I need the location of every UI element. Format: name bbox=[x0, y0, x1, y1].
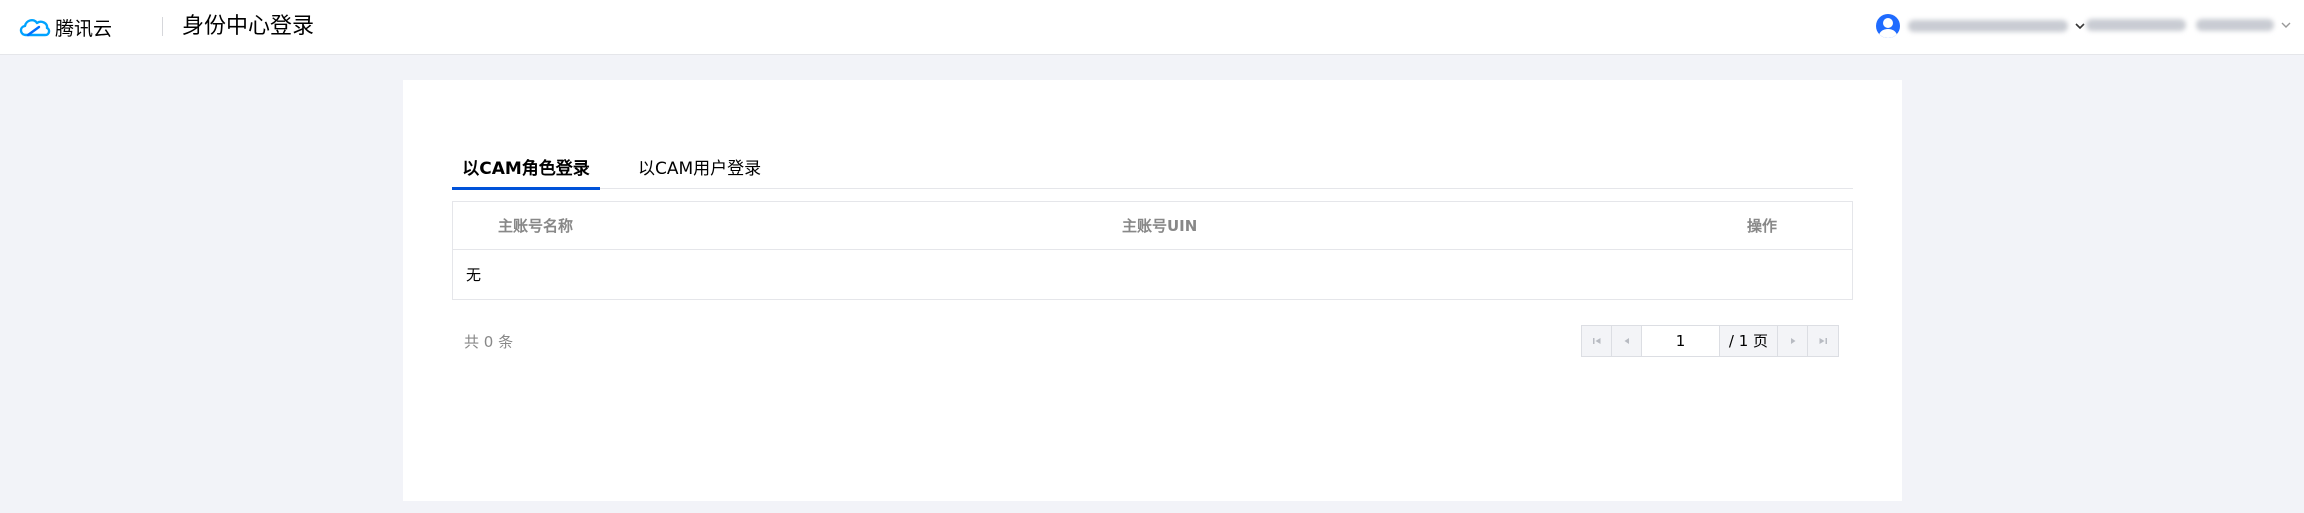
prev-page-icon bbox=[1624, 338, 1629, 344]
page-title: 身份中心登录 bbox=[182, 14, 315, 39]
tab-cam-user-login[interactable]: 以CAM用户登录 bbox=[638, 155, 766, 189]
last-page-icon bbox=[1819, 338, 1827, 344]
region-redacted bbox=[2086, 19, 2186, 31]
page-number-input[interactable]: 1 bbox=[1642, 326, 1720, 356]
chevron-down-icon bbox=[2281, 22, 2291, 28]
pagination: 1 / 1 页 bbox=[1581, 325, 1839, 357]
last-page-button[interactable] bbox=[1808, 326, 1838, 356]
column-header-account-uin: 主账号UIN bbox=[1122, 217, 1198, 235]
cloud-logo-icon bbox=[19, 18, 51, 37]
login-tabs: 以CAM角色登录 以CAM用户登录 bbox=[452, 155, 1853, 190]
column-header-actions: 操作 bbox=[1747, 217, 1778, 235]
tencent-cloud-logo[interactable]: 腾讯云 bbox=[17, 14, 112, 40]
language-redacted bbox=[2196, 19, 2274, 31]
chevron-down-icon bbox=[2075, 23, 2085, 30]
next-page-button[interactable] bbox=[1778, 326, 1808, 356]
total-count: 共 0 条 bbox=[464, 333, 514, 351]
account-name-redacted bbox=[1908, 20, 2068, 32]
avatar-icon bbox=[1876, 14, 1900, 38]
user-account-menu[interactable] bbox=[1876, 13, 2086, 39]
top-navbar: 腾讯云 身份中心登录 bbox=[0, 0, 2304, 55]
login-card: 以CAM角色登录 以CAM用户登录 主账号名称 主账号UIN 操作 无 共 0 … bbox=[403, 80, 1902, 501]
first-page-icon bbox=[1592, 338, 1600, 344]
header-divider bbox=[162, 17, 163, 36]
first-page-button[interactable] bbox=[1582, 326, 1612, 356]
region-menu[interactable] bbox=[2086, 19, 2292, 31]
total-pages-text: / 1 页 bbox=[1720, 326, 1778, 356]
tab-cam-role-login[interactable]: 以CAM角色登录 bbox=[452, 155, 600, 190]
column-header-account-name: 主账号名称 bbox=[498, 217, 574, 235]
next-page-icon bbox=[1790, 338, 1795, 344]
accounts-table: 主账号名称 主账号UIN 操作 无 bbox=[452, 201, 1853, 300]
table-header: 主账号名称 主账号UIN 操作 bbox=[453, 202, 1852, 250]
table-empty-text: 无 bbox=[466, 266, 482, 284]
logo-text: 腾讯云 bbox=[55, 17, 113, 40]
prev-page-button[interactable] bbox=[1612, 326, 1642, 356]
